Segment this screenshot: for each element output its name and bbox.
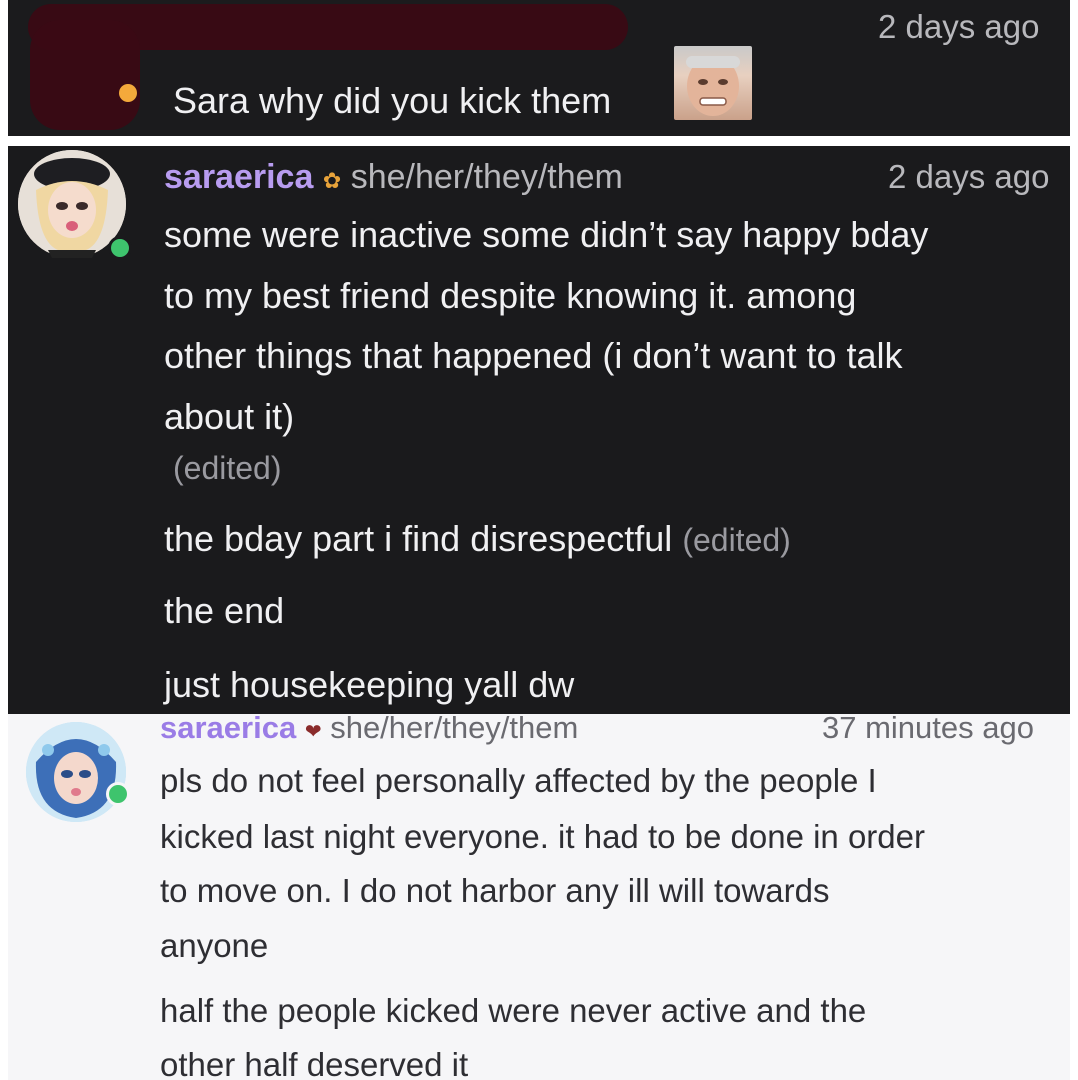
message-line: kicked last night everyone. it had to be… <box>160 818 925 855</box>
emoji-image <box>674 46 752 120</box>
avatar-doll-icon <box>26 722 126 822</box>
online-status-indicator <box>108 236 132 260</box>
message-line: anyone <box>160 927 269 964</box>
message-line: to move on. I do not harbor any ill will… <box>160 872 830 909</box>
message-text: Sara why did you kick them <box>173 80 612 121</box>
message-line: half the people kicked were never active… <box>160 992 867 1029</box>
pronouns: she/her/they/them <box>330 714 579 745</box>
message-text: the bday part i find disrespectful <box>164 518 673 559</box>
harold-face-icon <box>686 56 740 116</box>
status-indicator <box>119 84 137 102</box>
message-card-top: 2 days ago Sara why did you kick them <box>8 0 1070 136</box>
timestamp: 2 days ago <box>888 158 1050 195</box>
username[interactable]: saraerica <box>164 158 313 196</box>
message-card-bottom: saraerica ❤ she/her/they/them 37 minutes… <box>8 714 1070 1080</box>
message-line: other half deserved it <box>160 1046 469 1080</box>
user-avatar[interactable] <box>26 722 126 822</box>
flower-badge-icon: ✿ <box>322 168 342 193</box>
message-line: about it) <box>164 396 295 437</box>
edited-label: (edited) <box>682 522 791 558</box>
message-header: saraerica ❤ she/her/they/them <box>160 714 578 746</box>
message-line: to my best friend despite knowing it. am… <box>164 275 857 316</box>
message-line: some were inactive some didn’t say happy… <box>164 214 929 255</box>
message-card-main: saraerica ✿ she/her/they/them 2 days ago… <box>8 146 1070 714</box>
timestamp: 2 days ago <box>878 8 1040 45</box>
message-line: just housekeeping yall dw <box>164 664 575 705</box>
redaction-scribble <box>30 20 140 130</box>
message-line: the bday part i find disrespectful (edit… <box>164 518 791 560</box>
edited-label: (edited) <box>173 450 282 486</box>
message-header: saraerica ✿ she/her/they/them <box>164 158 623 197</box>
message-line: the end <box>164 590 285 631</box>
pronouns: she/her/they/them <box>350 158 623 196</box>
online-status-indicator <box>106 782 130 806</box>
message-line: other things that happened (i don’t want… <box>164 335 903 376</box>
heart-badge-icon: ❤ <box>304 721 322 743</box>
message-line: pls do not feel personally affected by t… <box>160 762 877 799</box>
username[interactable]: saraerica <box>160 714 296 745</box>
timestamp: 37 minutes ago <box>822 714 1034 745</box>
